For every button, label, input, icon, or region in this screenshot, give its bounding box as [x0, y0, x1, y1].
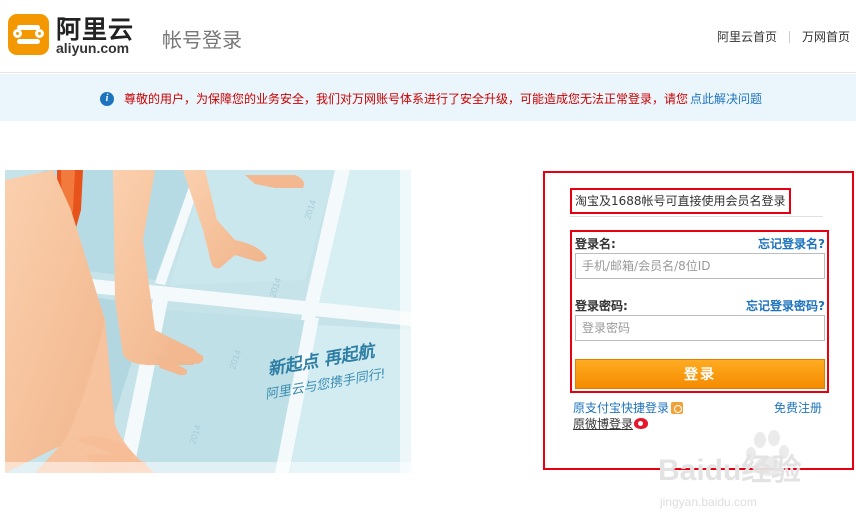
- weibo-login-label: 原微博登录: [573, 417, 634, 431]
- register-link[interactable]: 免费注册: [774, 399, 822, 416]
- weibo-icon: [634, 418, 649, 429]
- login-button[interactable]: 登录: [575, 359, 825, 389]
- security-notice: i 尊敬的用户，为保障您的业务安全，我们对万网账号体系进行了安全升级，可能造成您…: [0, 74, 856, 121]
- member-login-tip: 淘宝及1688帐号可直接使用会员名登录: [570, 188, 791, 214]
- hands-on-tiles-illustration: 2014 2014 2014 2014 新起点 再起航 阿里云与您携手同行!: [5, 170, 411, 473]
- promo-illustration: 2014 2014 2014 2014 新起点 再起航 阿里云与您携手同行!: [5, 170, 411, 473]
- alipay-icon: [671, 402, 684, 414]
- header: 阿里云 aliyun.com 帐号登录 阿里云首页 万网首页: [0, 0, 856, 73]
- login-form: 登录名: 忘记登录名? 登录密码: 忘记登录密码? 登录: [570, 230, 829, 393]
- forgot-username-link[interactable]: 忘记登录名?: [758, 235, 825, 252]
- info-icon: i: [100, 91, 114, 106]
- login-panel: 淘宝及1688帐号可直接使用会员名登录 登录名: 忘记登录名? 登录密码: 忘记…: [543, 171, 854, 470]
- password-input[interactable]: [575, 315, 825, 341]
- wanwang-home-link[interactable]: 万网首页: [802, 28, 850, 45]
- aliyun-logo[interactable]: 阿里云 aliyun.com: [8, 12, 140, 58]
- weibo-login-link[interactable]: 原微博登录: [573, 415, 649, 432]
- divider: [570, 216, 823, 217]
- aliyun-logo-icon: [8, 14, 49, 55]
- page-title: 帐号登录: [162, 28, 242, 52]
- aliyun-home-link[interactable]: 阿里云首页: [717, 28, 777, 45]
- password-label: 登录密码:: [575, 299, 628, 313]
- forgot-password-link[interactable]: 忘记登录密码?: [746, 297, 825, 314]
- watermark-url: jingyan.baidu.com: [659, 495, 757, 509]
- username-label: 登录名:: [575, 237, 616, 251]
- alipay-login-label: 原支付宝快捷登录: [573, 401, 670, 415]
- top-nav: 阿里云首页 万网首页: [717, 28, 850, 45]
- nav-divider: [788, 30, 790, 43]
- notice-text: 尊敬的用户，为保障您的业务安全，我们对万网账号体系进行了安全升级，可能造成您无法…: [124, 92, 689, 106]
- logo-text-en: aliyun.com: [56, 40, 130, 56]
- solve-problem-link[interactable]: 点此解决问题: [690, 90, 762, 107]
- username-input[interactable]: [575, 253, 825, 279]
- alipay-login-link[interactable]: 原支付宝快捷登录: [573, 399, 684, 416]
